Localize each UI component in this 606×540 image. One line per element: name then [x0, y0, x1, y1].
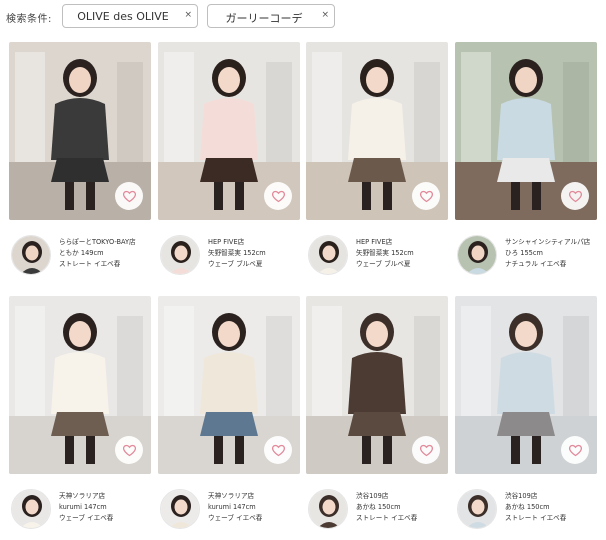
search-conditions-label: 検索条件:	[6, 14, 52, 25]
store-name: 渋谷109店	[356, 492, 389, 500]
favorite-button[interactable]	[115, 182, 143, 210]
heart-icon	[271, 190, 285, 202]
avatar[interactable]	[11, 489, 51, 529]
coordinate-photo[interactable]	[158, 42, 300, 220]
favorite-button[interactable]	[561, 436, 589, 464]
avatar[interactable]	[160, 489, 200, 529]
staff-info: HEP FIVE店 矢野智菜実 152cm ウェーブ ブルベ夏	[306, 232, 456, 280]
coordinate-photo[interactable]	[9, 296, 151, 474]
store-name: HEP FIVE店	[356, 238, 393, 246]
staff-info: 天神ソラリア店 kurumi 147cm ウェーブ イエベ春	[158, 486, 308, 534]
favorite-button[interactable]	[115, 436, 143, 464]
heart-icon	[419, 190, 433, 202]
favorite-button[interactable]	[561, 182, 589, 210]
coordinate-photo[interactable]	[158, 296, 300, 474]
staff-name-height: あかね 150cm	[356, 503, 401, 511]
staff-name-height: 矢野智菜実 152cm	[356, 249, 414, 257]
staff-name-height: kurumi 147cm	[208, 503, 256, 511]
avatar[interactable]	[11, 235, 51, 275]
body-type-color: ストレート イエベ春	[59, 260, 121, 268]
body-type-color: ウェーブ イエベ春	[59, 514, 114, 522]
body-type-color: ウェーブ ブルベ夏	[208, 260, 263, 268]
coordinate-photo[interactable]	[455, 42, 597, 220]
favorite-button[interactable]	[412, 182, 440, 210]
coordinate-photo[interactable]	[9, 42, 151, 220]
coordinate-photo[interactable]	[306, 296, 448, 474]
avatar[interactable]	[160, 235, 200, 275]
store-name: HEP FIVE店	[208, 238, 245, 246]
staff-name-height: ともか 149cm	[59, 249, 104, 257]
favorite-button[interactable]	[412, 436, 440, 464]
staff-info: 天神ソラリア店 kurumi 147cm ウェーブ イエベ春	[9, 486, 159, 534]
store-name: ららぽーとTOKYO-BAY店	[59, 238, 136, 246]
store-name: 天神ソラリア店	[208, 492, 255, 500]
store-name: サンシャインシティアルパ店	[505, 238, 591, 246]
avatar[interactable]	[457, 235, 497, 275]
staff-info: HEP FIVE店 矢野智菜実 152cm ウェーブ ブルベ夏	[158, 232, 308, 280]
staff-info: ららぽーとTOKYO-BAY店 ともか 149cm ストレート イエベ春	[9, 232, 159, 280]
staff-info: サンシャインシティアルパ店 ひろ 155cm ナチュラル イエベ春	[455, 232, 605, 280]
search-conditions-bar: 検索条件: OLIVE des OLIVE × ガーリーコーデ ×	[0, 0, 606, 34]
heart-icon	[568, 444, 582, 456]
filter-chip-label: ガーリーコーデ	[225, 12, 303, 25]
avatar[interactable]	[457, 489, 497, 529]
heart-icon	[122, 190, 136, 202]
heart-icon	[568, 190, 582, 202]
staff-name-height: 矢野智菜実 152cm	[208, 249, 266, 257]
store-name: 渋谷109店	[505, 492, 538, 500]
filter-chip-girly-coordinate[interactable]: ガーリーコーデ ×	[207, 4, 335, 28]
heart-icon	[271, 444, 285, 456]
body-type-color: ウェーブ ブルベ夏	[356, 260, 411, 268]
coordinate-photo[interactable]	[455, 296, 597, 474]
avatar[interactable]	[308, 489, 348, 529]
close-icon[interactable]: ×	[321, 10, 329, 20]
filter-chip-label: OLIVE des OLIVE	[77, 10, 169, 23]
staff-name-height: kurumi 147cm	[59, 503, 107, 511]
staff-name-height: あかね 150cm	[505, 503, 550, 511]
staff-name-height: ひろ 155cm	[505, 249, 543, 257]
body-type-color: ストレート イエベ春	[356, 514, 418, 522]
close-icon[interactable]: ×	[184, 10, 192, 20]
favorite-button[interactable]	[264, 436, 292, 464]
filter-chip-olive-des-olive[interactable]: OLIVE des OLIVE ×	[62, 4, 198, 28]
avatar[interactable]	[308, 235, 348, 275]
favorite-button[interactable]	[264, 182, 292, 210]
body-type-color: ウェーブ イエベ春	[208, 514, 263, 522]
heart-icon	[122, 444, 136, 456]
staff-info: 渋谷109店 あかね 150cm ストレート イエベ春	[306, 486, 456, 534]
body-type-color: ストレート イエベ春	[505, 514, 567, 522]
coordinate-photo[interactable]	[306, 42, 448, 220]
staff-info: 渋谷109店 あかね 150cm ストレート イエベ春	[455, 486, 605, 534]
body-type-color: ナチュラル イエベ春	[505, 260, 567, 268]
heart-icon	[419, 444, 433, 456]
store-name: 天神ソラリア店	[59, 492, 106, 500]
